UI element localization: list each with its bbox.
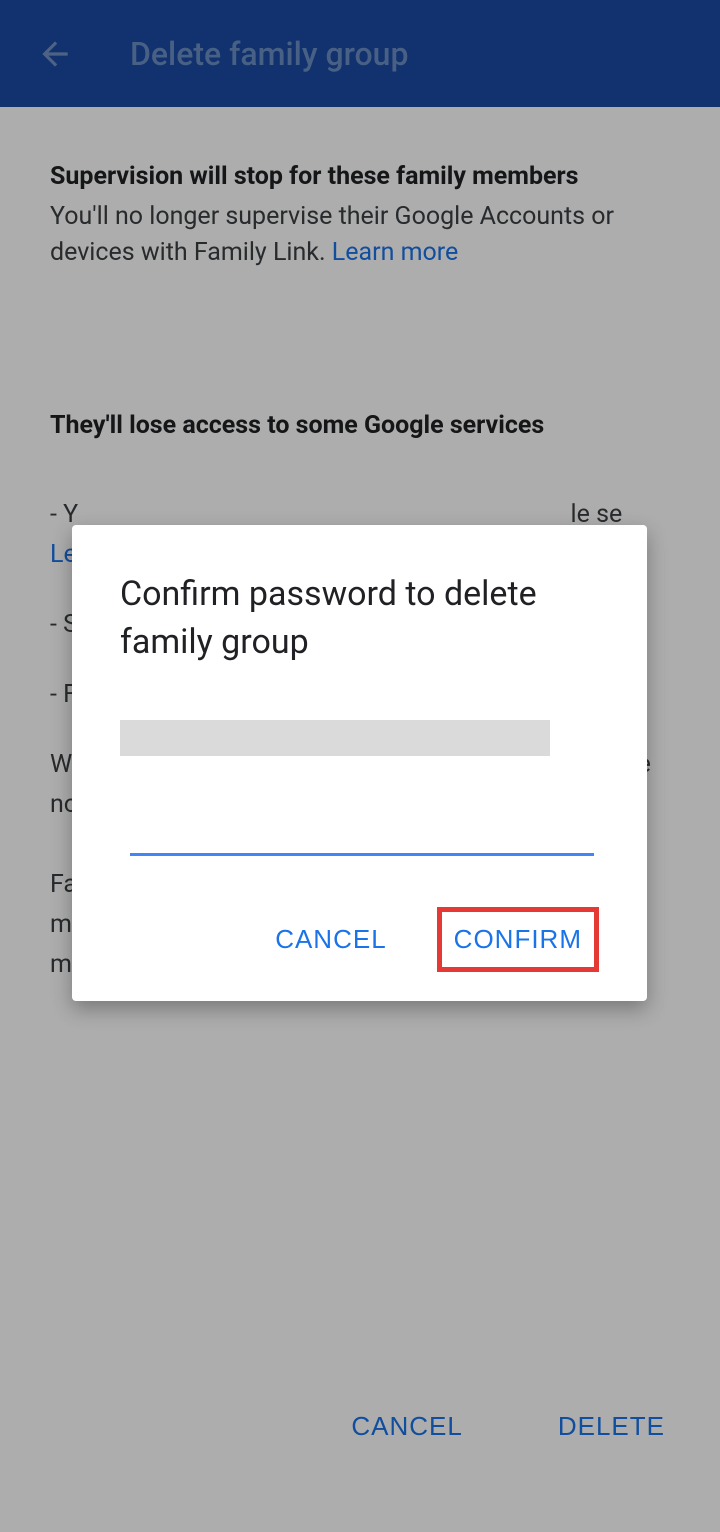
dialog-cancel-button[interactable]: CANCEL bbox=[257, 906, 404, 973]
confirm-highlight: CONFIRM bbox=[437, 907, 599, 972]
modal-overlay: Confirm password to delete family group … bbox=[0, 0, 720, 1532]
confirm-password-dialog: Confirm password to delete family group … bbox=[72, 525, 647, 1001]
email-masked-field bbox=[120, 720, 550, 756]
dialog-title: Confirm password to delete family group bbox=[120, 570, 599, 666]
password-input[interactable] bbox=[130, 818, 594, 856]
dialog-actions: CANCEL CONFIRM bbox=[120, 906, 599, 973]
dialog-confirm-button[interactable]: CONFIRM bbox=[454, 924, 582, 955]
